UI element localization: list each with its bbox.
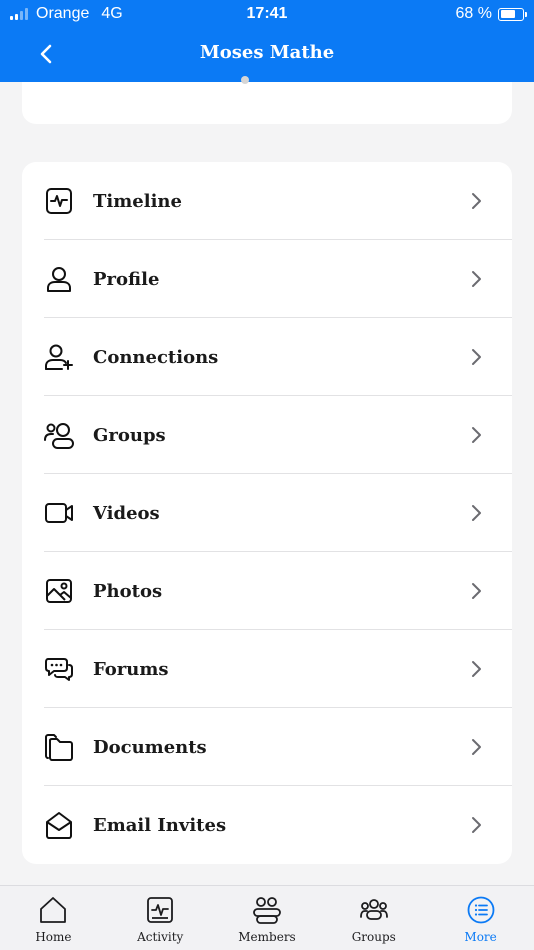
members-icon: [253, 897, 281, 924]
status-right: 68 %: [455, 5, 527, 23]
tab-bar: Home Activity Members Groups More: [0, 885, 534, 950]
tab-members[interactable]: Members: [214, 886, 321, 950]
chevron-right-icon: [472, 427, 481, 443]
battery-fill: [500, 10, 515, 18]
groups-icon: [44, 423, 74, 449]
menu-item-label: Profile: [93, 268, 160, 290]
menu-item-label: Email Invites: [93, 814, 227, 836]
forums-icon: [45, 658, 73, 681]
email-invites-icon: [46, 812, 72, 839]
chevron-right-icon: [472, 271, 481, 287]
battery-icon: [498, 7, 527, 21]
menu-item-label: Photos: [93, 580, 163, 602]
menu-item-label: Documents: [93, 736, 207, 758]
timeline-icon: [46, 188, 72, 214]
chevron-right-icon: [472, 505, 481, 521]
profile-menu: Timeline Profile Connections Groups Vide…: [22, 162, 512, 864]
connections-icon: [45, 344, 73, 370]
menu-item-label: Groups: [93, 424, 166, 446]
page-title: Moses Mathe: [199, 42, 335, 63]
menu-item-label: Videos: [93, 502, 160, 524]
menu-item-profile[interactable]: Profile: [22, 240, 512, 318]
app-header: Orange 4G 17:41 68 % Moses Mathe: [0, 0, 534, 82]
menu-item-documents[interactable]: Documents: [22, 708, 512, 786]
activity-icon: [147, 897, 174, 923]
home-icon: [40, 897, 67, 923]
tab-label: Activity: [137, 930, 184, 944]
tab-label: More: [464, 930, 497, 944]
profile-card-bottom: [22, 76, 512, 124]
menu-item-email-invites[interactable]: Email Invites: [22, 786, 512, 864]
menu-item-connections[interactable]: Connections: [22, 318, 512, 396]
menu-item-groups[interactable]: Groups: [22, 396, 512, 474]
card-peek: [241, 76, 249, 84]
chevron-right-icon: [472, 661, 481, 677]
status-time: 17:41: [246, 5, 288, 22]
tab-activity[interactable]: Activity: [107, 886, 214, 950]
menu-item-timeline[interactable]: Timeline: [22, 162, 512, 240]
menu-item-forums[interactable]: Forums: [22, 630, 512, 708]
videos-icon: [45, 503, 73, 523]
chevron-right-icon: [472, 583, 481, 599]
chevron-right-icon: [472, 349, 481, 365]
menu-item-photos[interactable]: Photos: [22, 552, 512, 630]
tab-home[interactable]: Home: [0, 886, 107, 950]
menu-item-videos[interactable]: Videos: [22, 474, 512, 552]
photos-icon: [46, 579, 72, 603]
tab-groups[interactable]: Groups: [320, 886, 427, 950]
battery-percent: 68 %: [455, 5, 492, 22]
menu-item-label: Timeline: [93, 190, 182, 212]
status-bar: Orange 4G 17:41 68 %: [0, 0, 534, 30]
tab-label: Members: [238, 930, 296, 944]
tab-label: Home: [35, 930, 72, 944]
chevron-right-icon: [472, 193, 481, 209]
groups-icon: [359, 899, 388, 920]
menu-item-label: Forums: [93, 658, 169, 680]
documents-icon: [45, 734, 73, 761]
chevron-right-icon: [472, 739, 481, 755]
profile-icon: [47, 267, 71, 292]
menu-item-label: Connections: [93, 346, 219, 368]
tab-more[interactable]: More: [427, 886, 534, 950]
tab-label: Groups: [351, 930, 396, 944]
more-icon: [467, 896, 494, 924]
chevron-right-icon: [472, 817, 481, 833]
